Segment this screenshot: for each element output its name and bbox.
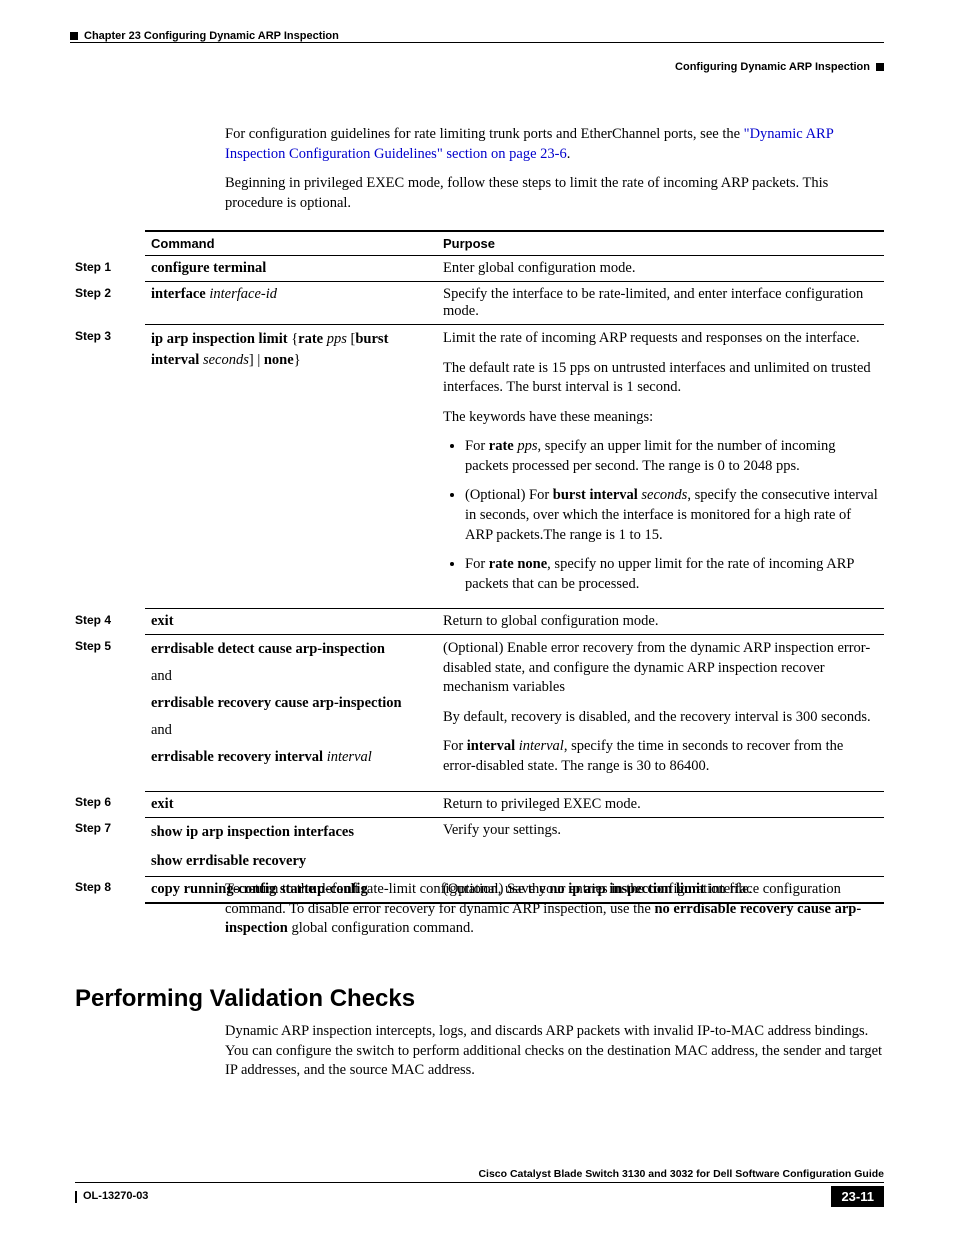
marker-icon [70, 32, 78, 40]
purpose-text: Return to global configuration mode. [437, 609, 884, 635]
intro-p2: Beginning in privileged EXEC mode, follo… [225, 174, 884, 213]
purpose-text: Limit the rate of incoming ARP requests … [437, 325, 884, 609]
command-arg: interface-id [206, 286, 277, 302]
closing-para: To return to the default rate-limit conf… [225, 880, 884, 939]
page-header: Chapter 23 Configuring Dynamic ARP Inspe… [70, 30, 884, 73]
table-row: Step 4 exit Return to global configurati… [75, 609, 884, 635]
purpose-text: Specify the interface to be rate-limited… [437, 282, 884, 325]
section-intro: Dynamic ARP inspection intercepts, logs,… [225, 1022, 884, 1081]
text: For configuration guidelines for rate li… [225, 126, 744, 142]
purpose-header: Purpose [437, 231, 884, 256]
command-text: configure terminal [151, 260, 266, 276]
step-label: Step 2 [75, 282, 145, 325]
step-label: Step 1 [75, 256, 145, 282]
command-text: exit [151, 796, 174, 812]
command-text: exit [151, 613, 174, 629]
step-label: Step 7 [75, 817, 145, 876]
purpose-text: Verify your settings. [437, 817, 884, 876]
step-label: Step 6 [75, 791, 145, 817]
command-header: Command [145, 231, 437, 256]
step-label: Step 4 [75, 609, 145, 635]
intro-block: For configuration guidelines for rate li… [225, 125, 884, 223]
intro-p1: For configuration guidelines for rate li… [225, 125, 884, 164]
command-text: ip arp inspection limit {rate pps [burst… [145, 325, 437, 609]
text: . [567, 146, 571, 162]
book-title: Cisco Catalyst Blade Switch 3130 and 303… [75, 1168, 884, 1180]
list-item: For rate pps, specify an upper limit for… [465, 437, 878, 476]
doc-id: OL-13270-03 [75, 1190, 148, 1202]
step-label: Step 5 [75, 635, 145, 791]
list-item: For rate none, specify no upper limit fo… [465, 555, 878, 594]
purpose-text: (Optional) Enable error recovery from th… [437, 635, 884, 791]
step-label: Step 3 [75, 325, 145, 609]
table-row: Step 6 exit Return to privileged EXEC mo… [75, 791, 884, 817]
step-header [75, 231, 145, 256]
marker-icon [876, 63, 884, 71]
table-row: Step 5 errdisable detect cause arp-inspe… [75, 635, 884, 791]
purpose-text: Return to privileged EXEC mode. [437, 791, 884, 817]
table-row: Step 3 ip arp inspection limit {rate pps… [75, 325, 884, 609]
command-text: show ip arp inspection interfaces show e… [145, 817, 437, 876]
command-text: interface [151, 286, 206, 302]
table-row: Step 1 configure terminal Enter global c… [75, 256, 884, 282]
section-label: Configuring Dynamic ARP Inspection [70, 61, 884, 73]
command-table: Command Purpose Step 1 configure termina… [75, 230, 884, 904]
section-text: Configuring Dynamic ARP Inspection [675, 61, 870, 73]
section-heading: Performing Validation Checks [75, 985, 415, 1013]
step-label: Step 8 [75, 876, 145, 903]
page-footer: Cisco Catalyst Blade Switch 3130 and 303… [75, 1168, 884, 1207]
keyword-list: For rate pps, specify an upper limit for… [443, 437, 878, 594]
chapter-label: Chapter 23 Configuring Dynamic ARP Inspe… [70, 30, 884, 42]
page-number: 23-11 [831, 1186, 884, 1207]
purpose-text: Enter global configuration mode. [437, 256, 884, 282]
table-row: Step 7 show ip arp inspection interfaces… [75, 817, 884, 876]
list-item: (Optional) For burst interval seconds, s… [465, 486, 878, 545]
chapter-text: Chapter 23 Configuring Dynamic ARP Inspe… [84, 30, 339, 42]
command-text: errdisable detect cause arp-inspection a… [145, 635, 437, 791]
table-row: Step 2 interface interface-id Specify th… [75, 282, 884, 325]
